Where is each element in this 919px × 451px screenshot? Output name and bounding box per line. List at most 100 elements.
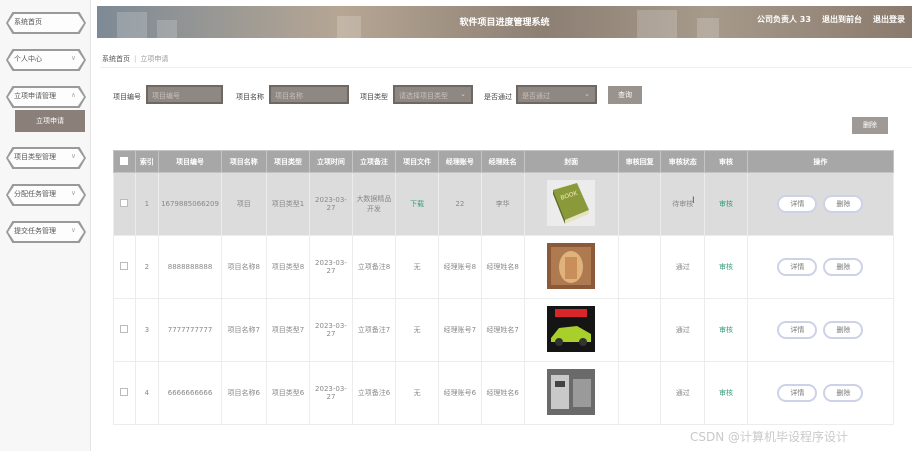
cell-index: 2	[134, 235, 160, 299]
chevron-down-icon: ⌄	[460, 90, 466, 98]
cell-acct: 经理账号6	[438, 361, 482, 425]
cell-status: 通过	[660, 235, 706, 299]
audit-link[interactable]: 审核	[704, 361, 748, 425]
cell-code: 6666666666	[158, 361, 222, 425]
col-header: 项目编号	[158, 150, 222, 173]
breadcrumb-home[interactable]: 系统首页	[102, 55, 130, 63]
table-row: 2 8888888888 项目名称8 项目类型8 2023-03-27 立项备注…	[113, 235, 895, 299]
cell-name: 项目	[220, 172, 267, 236]
cell-status: 待审核	[660, 172, 706, 236]
cell-mgr: 经理姓名6	[480, 361, 525, 425]
cell-file: 无	[395, 298, 440, 362]
audit-link[interactable]: 审核	[704, 235, 748, 299]
project-table: 索引 项目编号 项目名称 项目类型 立项时间 立项备注 项目文件 经理账号 经理…	[113, 150, 895, 425]
sidebar-item-profile[interactable]: 个人中心 ∨	[6, 49, 86, 71]
logout-link[interactable]: 退出登录	[873, 14, 905, 25]
col-header: 项目名称	[220, 150, 267, 173]
cell-reply	[617, 361, 662, 425]
col-header: 项目类型	[265, 150, 311, 173]
cell-mgr: 李华	[480, 172, 525, 236]
cell-type: 项目类型8	[265, 235, 311, 299]
col-header: 操作	[746, 150, 895, 173]
col-header: 经理姓名	[480, 150, 525, 173]
detail-button[interactable]: 详情	[777, 384, 818, 402]
sidebar-item-project-type[interactable]: 项目类型管理 ∨	[6, 147, 86, 169]
audit-link[interactable]: 审核	[704, 172, 748, 236]
cell-actions: 详情 删除	[746, 298, 895, 362]
chevron-down-icon: ∨	[70, 189, 76, 197]
back-to-front-link[interactable]: 退出到前台	[822, 14, 862, 25]
cell-reply	[617, 298, 662, 362]
cell-note: 立项备注6	[351, 361, 397, 425]
search-label-code: 项目编号	[113, 93, 141, 101]
cell-type: 项目类型7	[265, 298, 311, 362]
table-row: 3 7777777777 项目名称7 项目类型7 2023-03-27 立项备注…	[113, 298, 895, 362]
sidebar-subitem-apply[interactable]: 立项申请	[15, 110, 85, 132]
detail-button[interactable]: 详情	[777, 321, 818, 339]
cell-code: 7777777777	[158, 298, 222, 362]
sidebar: 系统首页 个人中心 ∨ 立项申请管理 ∧ 立项申请 项目类型管理 ∨ 分配任务管…	[0, 0, 91, 451]
batch-delete-button[interactable]: 删除	[852, 117, 888, 134]
row-checkbox[interactable]	[113, 235, 136, 299]
cell-actions: 详情 删除	[746, 235, 895, 299]
cell-name: 项目名称7	[220, 298, 267, 362]
cell-acct: 22	[438, 172, 482, 236]
detail-button[interactable]: 详情	[777, 258, 818, 276]
project-type-select[interactable]: 请选择项目类型 ⌄	[393, 85, 473, 104]
sidebar-item-home[interactable]: 系统首页	[6, 12, 86, 34]
chevron-down-icon: ⌄	[584, 90, 590, 98]
cell-file: 无	[395, 361, 440, 425]
download-link[interactable]: 下载	[395, 172, 440, 236]
col-header: 经理账号	[438, 150, 482, 173]
col-header: 审核回复	[617, 150, 662, 173]
cell-date: 2023-03-27	[309, 172, 353, 236]
sidebar-item-label: 分配任务管理	[14, 190, 56, 198]
query-button[interactable]: 查询	[608, 86, 642, 104]
col-header: 审核	[704, 150, 748, 173]
col-header: 立项时间	[309, 150, 353, 173]
cell-actions: 详情 删除	[746, 361, 895, 425]
row-checkbox[interactable]	[113, 172, 136, 236]
cell-cover	[523, 361, 619, 425]
chevron-down-icon: ∨	[70, 54, 76, 62]
sidebar-item-assign-task[interactable]: 分配任务管理 ∨	[6, 184, 86, 206]
project-code-input[interactable]: 项目编号	[146, 85, 223, 104]
chevron-up-icon: ∧	[70, 91, 76, 99]
passed-select[interactable]: 是否通过 ⌄	[516, 85, 597, 104]
chevron-down-icon: ∨	[70, 152, 76, 160]
cell-cover	[523, 298, 619, 362]
audit-link[interactable]: 审核	[704, 298, 748, 362]
delete-button[interactable]: 删除	[823, 321, 864, 339]
cell-code: 8888888888	[158, 235, 222, 299]
cell-note: 立项备注8	[351, 235, 397, 299]
delete-button[interactable]: 删除	[823, 384, 864, 402]
select-all-checkbox[interactable]	[113, 150, 136, 173]
row-checkbox[interactable]	[113, 361, 136, 425]
col-header: 项目文件	[395, 150, 440, 173]
cell-name: 项目名称6	[220, 361, 267, 425]
user-label: 公司负责人 33	[757, 15, 811, 24]
cell-code: 1679885066209	[158, 172, 222, 236]
cover-image-carving	[547, 243, 596, 289]
cell-note: 立项备注7	[351, 298, 397, 362]
text-cursor-icon: I	[692, 196, 695, 206]
project-name-input[interactable]: 项目名称	[269, 85, 349, 104]
delete-button[interactable]: 删除	[823, 195, 864, 213]
search-label-passed: 是否通过	[484, 93, 512, 101]
cell-actions: 详情 删除	[746, 172, 895, 236]
detail-button[interactable]: 详情	[777, 195, 818, 213]
watermark: CSDN @计算机毕设程序设计	[690, 430, 849, 444]
cell-status: 通过	[660, 361, 706, 425]
sidebar-item-label: 个人中心	[14, 55, 42, 63]
cell-date: 2023-03-27	[309, 235, 353, 299]
sidebar-item-submit-task[interactable]: 提交任务管理 ∨	[6, 221, 86, 243]
cell-type: 项目类型6	[265, 361, 311, 425]
cell-index: 1	[134, 172, 160, 236]
chevron-down-icon: ∨	[70, 226, 76, 234]
delete-button[interactable]: 删除	[823, 258, 864, 276]
sidebar-item-project-apply[interactable]: 立项申请管理 ∧	[6, 86, 86, 108]
row-checkbox[interactable]	[113, 298, 136, 362]
col-header: 封面	[523, 150, 619, 173]
cell-type: 项目类型1	[265, 172, 311, 236]
breadcrumb: 系统首页 | 立项申请	[102, 55, 169, 63]
